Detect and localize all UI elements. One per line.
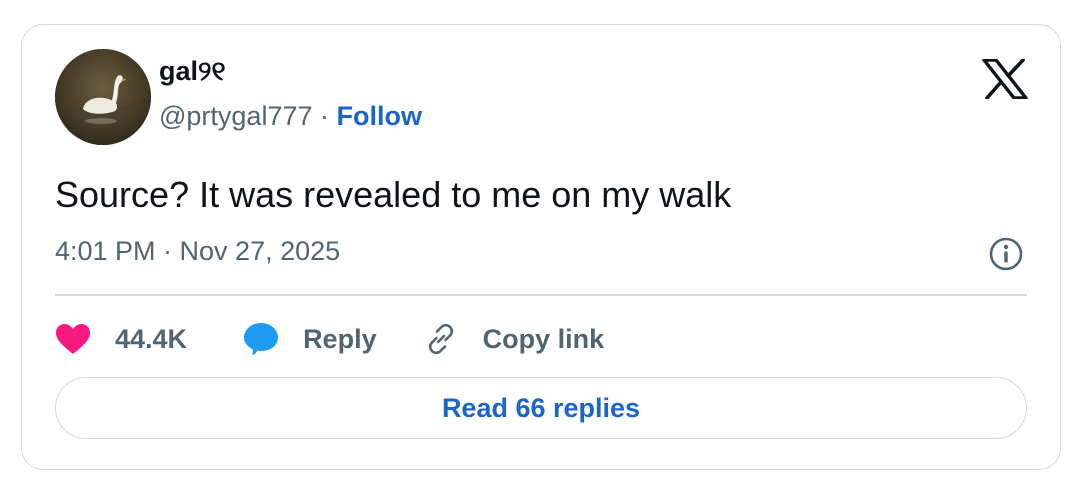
link-icon xyxy=(428,323,453,355)
speech-bubble-icon xyxy=(244,323,279,355)
user-handle[interactable]: @prtygal777 xyxy=(159,101,313,131)
copy-link-label: Copy link xyxy=(482,323,605,354)
info-icon[interactable] xyxy=(988,236,1024,272)
action-bar: 44.4K Reply Copy link xyxy=(55,319,604,359)
display-name[interactable]: gal୨୧ xyxy=(159,58,226,85)
tweet-card: gal୨୧ @prtygal777 · Follow Source? It wa… xyxy=(21,24,1061,470)
follow-button[interactable]: Follow xyxy=(337,101,422,131)
handle-row: @prtygal777 · Follow xyxy=(159,103,422,130)
tweet-text: Source? It was revealed to me on my walk xyxy=(55,174,732,215)
avatar[interactable] xyxy=(55,49,151,145)
copy-link-button[interactable]: Copy link xyxy=(423,321,605,357)
heart-icon xyxy=(56,324,90,354)
tweet-timestamp[interactable]: 4:01 PM · Nov 27, 2025 xyxy=(55,238,340,265)
swan-avatar-image xyxy=(55,49,151,145)
x-logo-icon[interactable] xyxy=(982,58,1028,100)
divider xyxy=(55,294,1027,296)
separator-dot: · xyxy=(320,101,337,131)
like-button[interactable]: 44.4K xyxy=(55,323,187,355)
reply-label: Reply xyxy=(303,323,377,354)
read-replies-button[interactable]: Read 66 replies xyxy=(55,377,1027,439)
like-count: 44.4K xyxy=(115,323,188,354)
reply-button[interactable]: Reply xyxy=(243,322,377,356)
